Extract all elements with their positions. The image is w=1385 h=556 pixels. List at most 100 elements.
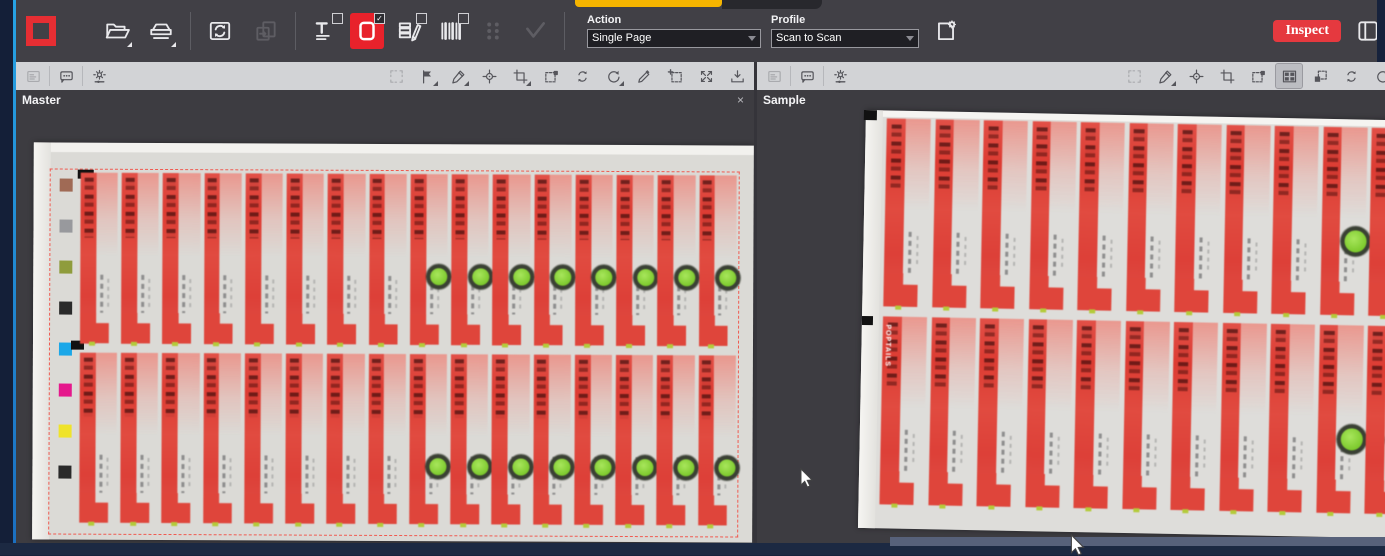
print-column (159, 352, 201, 532)
rotate-button[interactable] (600, 64, 626, 88)
print-column (77, 173, 119, 353)
rotate-button[interactable] (1369, 64, 1385, 88)
dropdown-corner-icon (171, 42, 176, 47)
toolbar-separator (295, 12, 296, 50)
print-column (531, 175, 573, 355)
print-column (283, 174, 325, 354)
action-dropdown[interactable]: Single Page (587, 29, 761, 48)
window-corner (1377, 0, 1385, 62)
region-button[interactable] (538, 64, 564, 88)
print-column (572, 175, 614, 355)
target-button[interactable] (476, 64, 502, 88)
print-column (448, 174, 490, 354)
color-patch (59, 425, 72, 438)
brightness-button[interactable] (827, 64, 853, 88)
pdf-preview-button (20, 64, 46, 88)
abc-check-icon (522, 18, 548, 44)
dropdown-corner-icon (433, 81, 438, 86)
barcode-inspection-checkbox[interactable] (458, 13, 469, 24)
braille-inspection-button (476, 13, 510, 49)
refresh-view-button[interactable] (1338, 64, 1364, 88)
download-icon (729, 68, 746, 85)
print-column (925, 317, 977, 516)
text-inspection-checkbox[interactable] (332, 13, 343, 24)
barcode-inspection-button[interactable] (434, 13, 468, 49)
print-column (324, 353, 366, 533)
print-column (973, 318, 1025, 517)
sample-panel: Sample POPTAILS (757, 90, 1385, 543)
color-patch (60, 179, 73, 192)
draw-button[interactable] (445, 64, 471, 88)
folder-icon (104, 18, 130, 44)
pdf-preview-button (761, 64, 787, 88)
registration-mark (862, 316, 873, 325)
print-row (77, 173, 738, 355)
print-column (117, 352, 159, 532)
crop-button[interactable] (507, 64, 533, 88)
grid-view-button[interactable] (1276, 64, 1302, 88)
dashed-box-icon (388, 68, 405, 85)
chevron-down-icon (906, 36, 914, 41)
inspect-button[interactable]: Inspect (1273, 20, 1341, 42)
scale-icon (1312, 68, 1329, 85)
print-column (366, 174, 408, 354)
pages-icon (253, 18, 279, 44)
close-icon[interactable]: × (737, 93, 744, 107)
target-icon (481, 68, 498, 85)
sample-scan-image[interactable]: POPTAILS (858, 110, 1385, 539)
open-file-button[interactable] (100, 13, 134, 49)
region-button[interactable] (1245, 64, 1271, 88)
master-panel-title: Master (22, 93, 61, 107)
dropdown-corner-icon (619, 81, 624, 86)
print-column (1167, 322, 1219, 521)
refresh-icon (1343, 68, 1360, 85)
graphics-inspection-checkbox[interactable]: ✓ (374, 13, 385, 24)
comment-button[interactable] (794, 64, 820, 88)
color-patch (59, 302, 72, 315)
color-inspection-checkbox[interactable] (416, 13, 427, 24)
color-patch (59, 384, 72, 397)
add-frame-button[interactable] (662, 64, 688, 88)
brightness-button[interactable] (86, 64, 112, 88)
graphics-inspection-button[interactable]: ✓ (350, 13, 384, 49)
target-button[interactable] (1183, 64, 1209, 88)
scan-button[interactable] (144, 13, 178, 49)
color-patch (58, 466, 71, 479)
color-control-strip (58, 179, 72, 479)
print-row (76, 352, 737, 534)
print-column (365, 353, 407, 533)
master-scan-image[interactable] (32, 142, 754, 542)
color-patch (59, 261, 72, 274)
print-row (880, 118, 1385, 327)
master-toolbar (16, 62, 754, 90)
sample-toolbar (757, 62, 1385, 90)
refresh-view-button[interactable] (569, 64, 595, 88)
notification-toast-tab (722, 0, 822, 9)
color-inspection-button[interactable] (392, 13, 426, 49)
scale-button[interactable] (1307, 64, 1333, 88)
pdf-icon (25, 68, 42, 85)
app-logo-icon[interactable] (26, 16, 56, 46)
crop-button[interactable] (1214, 64, 1240, 88)
new-profile-button[interactable] (929, 13, 963, 49)
draw-button[interactable] (1152, 64, 1178, 88)
expand-icon (698, 68, 715, 85)
print-column (1122, 123, 1174, 322)
comment-button[interactable] (53, 64, 79, 88)
profile-dropdown[interactable]: Scan to Scan (771, 29, 919, 48)
eyedropper-button[interactable] (631, 64, 657, 88)
horizontal-scrollbar[interactable] (890, 537, 1385, 546)
profile-label: Profile (771, 14, 919, 26)
print-column (406, 354, 448, 534)
fit-expand-button[interactable] (693, 64, 719, 88)
notification-toast (575, 0, 722, 7)
text-inspection-button[interactable] (308, 13, 342, 49)
action-field: Action Single Page (587, 14, 761, 48)
selection-button (383, 64, 409, 88)
flag-region-button[interactable] (414, 64, 440, 88)
export-button[interactable] (724, 64, 750, 88)
print-column (929, 119, 981, 318)
rescan-button[interactable] (203, 13, 237, 49)
dashed-box-icon (1126, 68, 1143, 85)
print-column (241, 353, 283, 533)
